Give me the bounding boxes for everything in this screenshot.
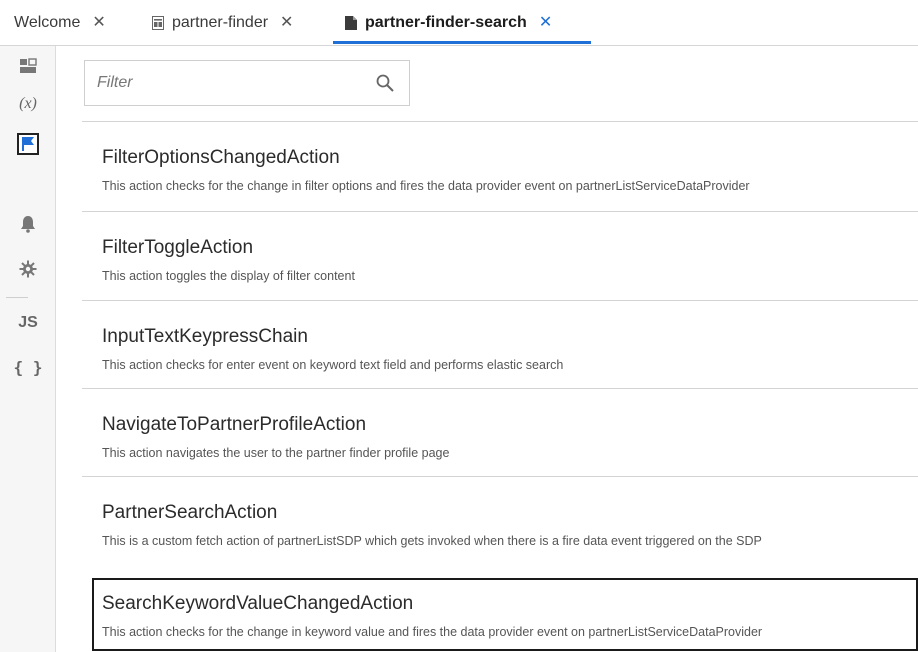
action-description: This action toggles the display of filte…: [102, 269, 355, 283]
rail-item-layout[interactable]: [0, 47, 56, 85]
gear-icon: [19, 260, 37, 278]
tab-label: partner-finder-search: [365, 14, 527, 31]
bell-icon: [21, 216, 35, 233]
json-icon: { }: [13, 357, 43, 377]
action-title: FilterOptionsChangedAction: [102, 147, 340, 168]
search-icon[interactable]: [375, 73, 395, 93]
flag-icon: [22, 137, 34, 151]
action-title: NavigateToPartnerProfileAction: [102, 414, 367, 435]
tab-partner-finder[interactable]: partner-finder ✕: [152, 0, 293, 46]
action-list-item[interactable]: FilterToggleAction This action toggles t…: [82, 211, 918, 299]
action-title: PartnerSearchAction: [102, 502, 278, 523]
close-icon[interactable]: ✕: [539, 15, 552, 31]
filter-input[interactable]: [85, 61, 365, 105]
action-list-item[interactable]: InputTextKeypressChain This action check…: [82, 300, 918, 388]
active-tab-indicator: [333, 41, 591, 44]
tab-welcome[interactable]: Welcome ✕: [14, 0, 106, 46]
action-description: This action navigates the user to the pa…: [102, 446, 450, 460]
action-list-item[interactable]: FilterOptionsChangedAction This action c…: [82, 121, 918, 209]
rail-item-json[interactable]: { }: [0, 348, 56, 386]
action-title: FilterToggleAction: [102, 237, 254, 258]
filter-box: [84, 60, 410, 106]
action-list-item[interactable]: PartnerSearchAction This is a custom fet…: [82, 476, 918, 564]
action-description: This action checks for enter event on ke…: [102, 358, 564, 372]
left-icon-rail: (x) JS {}: [0, 46, 56, 652]
tab-bar: Welcome ✕ partner-finder ✕ partner-finde…: [0, 0, 918, 46]
rail-item-actions[interactable]: [0, 125, 56, 163]
rail-selected-box: [17, 133, 39, 155]
action-description: This action checks for the change in fil…: [102, 179, 750, 193]
action-list-item[interactable]: NavigateToPartnerProfileAction This acti…: [82, 388, 918, 476]
page-icon: [345, 16, 357, 30]
action-description: This action checks for the change in key…: [102, 625, 763, 639]
rail-divider: [6, 297, 28, 298]
tab-label: partner-finder: [172, 14, 269, 31]
layout-icon: [20, 58, 37, 73]
variables-icon: (x): [19, 95, 37, 112]
action-title: SearchKeywordValueChangedAction: [102, 593, 414, 614]
rail-item-events[interactable]: [0, 205, 56, 243]
tab-partner-finder-search[interactable]: partner-finder-search ✕: [345, 0, 552, 46]
tab-label: Welcome: [14, 14, 81, 31]
rail-item-settings[interactable]: [0, 250, 56, 288]
close-icon[interactable]: ✕: [280, 15, 293, 31]
close-icon[interactable]: ✕: [92, 15, 105, 31]
rail-item-variables[interactable]: (x): [0, 85, 56, 123]
action-title: InputTextKeypressChain: [102, 326, 308, 347]
js-icon: JS: [18, 314, 38, 331]
rail-item-js[interactable]: JS: [0, 304, 56, 342]
action-description: This is a custom fetch action of partner…: [102, 534, 762, 548]
action-list-item-selected[interactable]: SearchKeywordValueChangedAction This act…: [92, 578, 918, 651]
page-icon: [152, 16, 164, 30]
